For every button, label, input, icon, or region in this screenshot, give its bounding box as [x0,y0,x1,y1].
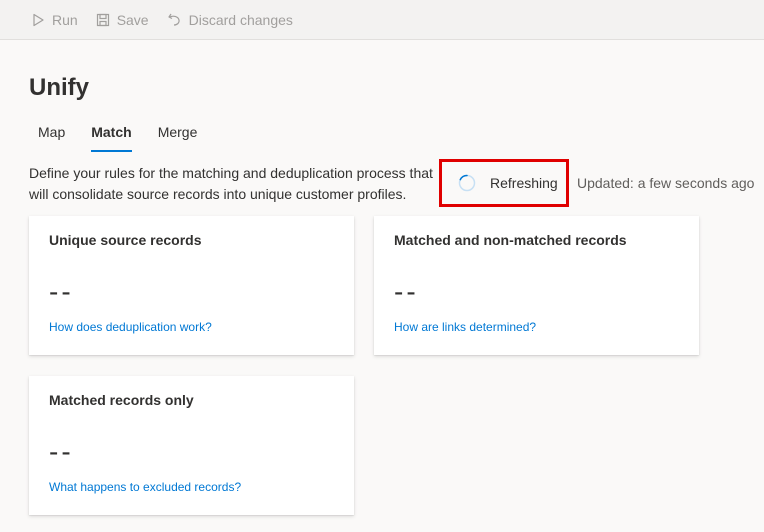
save-label: Save [116,11,149,28]
matched-records-only-card: Matched records only -- What happens to … [29,376,354,515]
refreshing-label: Refreshing [490,175,558,191]
unique-source-records-card: Unique source records -- How does dedupl… [29,216,354,355]
links-help-link[interactable]: How are links determined? [394,320,536,334]
card-title: Matched records only [49,392,194,408]
tab-list: Map Match Merge [29,120,214,152]
card-title: Matched and non-matched records [394,232,627,248]
run-button[interactable]: Run [31,12,78,28]
refreshing-status: Refreshing [439,159,569,207]
excluded-records-help-link[interactable]: What happens to excluded records? [49,480,241,494]
discard-changes-button[interactable]: Discard changes [167,12,293,28]
save-button[interactable]: Save [96,12,149,28]
tab-map[interactable]: Map [29,120,74,152]
matched-and-non-matched-records-card: Matched and non-matched records -- How a… [374,216,699,355]
play-icon [33,13,44,26]
tab-match[interactable]: Match [82,120,140,152]
card-title: Unique source records [49,232,202,248]
page-description: Define your rules for the matching and d… [29,165,433,202]
card-value: -- [49,436,74,467]
save-icon [96,13,109,26]
card-value: -- [49,276,74,307]
spinner-icon [458,174,476,192]
run-label: Run [52,11,78,28]
card-value: -- [394,276,419,307]
deduplication-help-link[interactable]: How does deduplication work? [49,320,212,334]
tab-merge[interactable]: Merge [149,120,207,152]
discard-changes-label: Discard changes [188,11,293,28]
last-updated-text: Updated: a few seconds ago [577,175,755,191]
page-title: Unify [29,74,89,101]
undo-icon [168,13,180,26]
command-bar: Run Save Discard changes [0,0,764,40]
